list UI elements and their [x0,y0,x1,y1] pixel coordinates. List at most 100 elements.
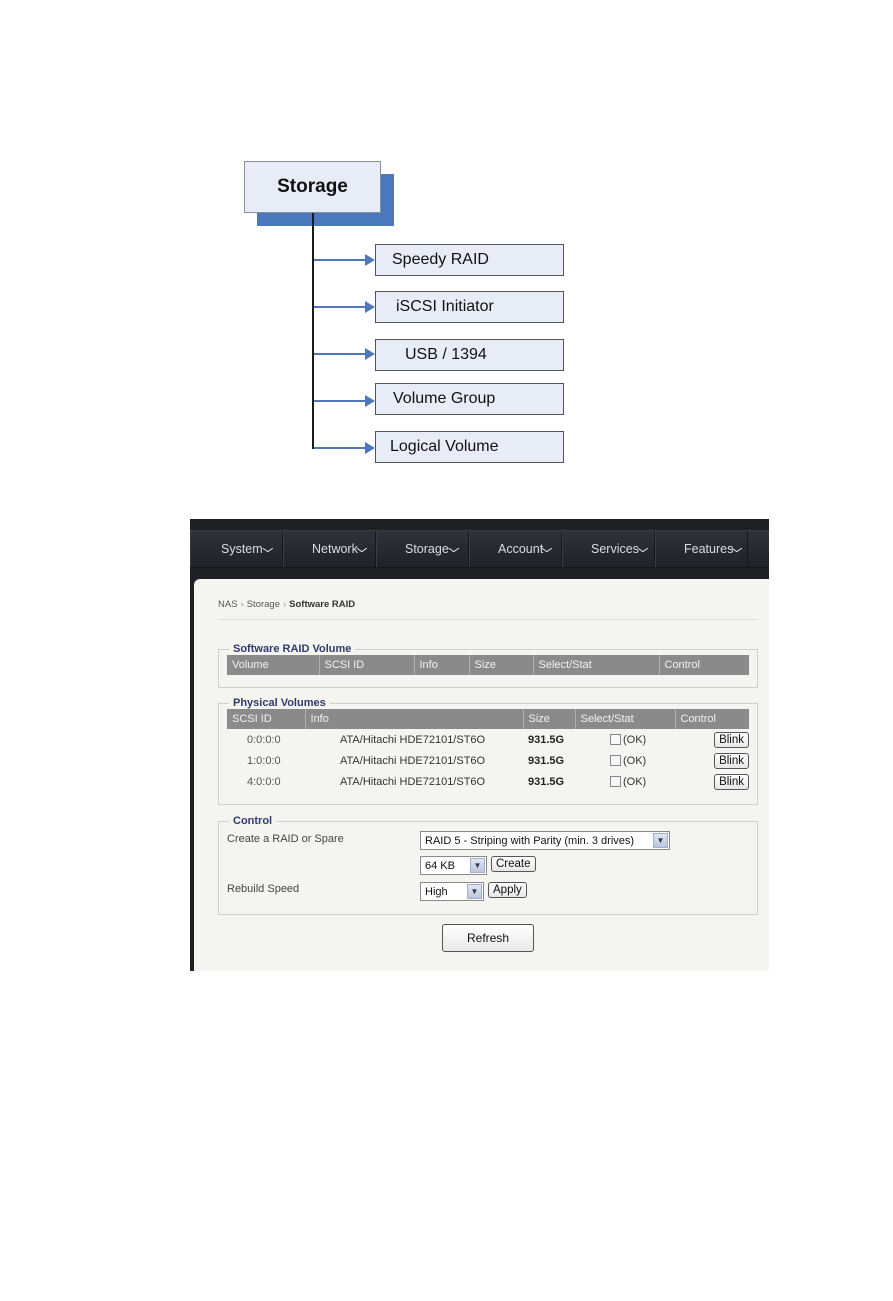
chevron-down-icon: ⌵ [262,543,274,555]
nav-account[interactable]: Account ⌵ [469,531,562,567]
section-title: Software RAID Volume [233,643,352,655]
col-scsi-id: SCSI ID [319,655,415,675]
create-raid-label: Create a RAID or Spare [227,833,344,845]
stripe-size-select[interactable]: 64 KB ▼ [420,856,487,875]
col-control: Control [675,709,749,729]
diagram-child-iscsi-initiator: iSCSI Initiator [375,291,564,323]
col-size: Size [469,655,534,675]
control-cell: Blink [675,750,749,771]
blink-button[interactable]: Blink [714,752,749,769]
disk-info: ATA/Hitachi HDE72101/ST6O [340,733,486,746]
chevron-down-icon: ⌵ [637,543,649,555]
blink-button[interactable]: Blink [714,773,749,790]
disk-size: 931.5G [528,754,565,767]
select-checkbox[interactable] [610,734,621,746]
divider [218,619,758,620]
table-row: 4:0:0:0 ATA/Hitachi HDE72101/ST6O 931.5G… [227,771,749,792]
breadcrumb-storage[interactable]: Storage [247,599,280,610]
disk-size: 931.5G [528,733,565,746]
diagram-arrow [314,254,375,266]
control-cell: Blink [675,771,749,792]
chevron-down-icon: ▼ [653,833,668,848]
col-select-stat: Select/Stat [533,655,660,675]
scsi-id: 4:0:0:0 [247,775,281,788]
breadcrumb-current: Software RAID [289,599,356,610]
chevron-down-icon: ⌵ [356,543,367,555]
chevron-down-icon: ⌵ [731,543,743,555]
table-row: 0:0:0:0 ATA/Hitachi HDE72101/ST6O 931.5G… [227,729,749,750]
nav-label: Storage [405,542,449,556]
nav-label: Account [498,542,544,556]
main-content: NAS › Storage › Software RAID Software RAID … [194,579,769,971]
software-raid-table: Volume SCSI ID Info Size Select/Stat Con… [227,655,749,675]
control-section: Control [218,815,758,915]
physical-volumes-section: Physical Volumes SCSI ID Info Size Selec… [218,697,758,805]
breadcrumb-nas[interactable]: NAS [218,599,238,610]
chevron-down-icon: ⌵ [541,543,553,555]
top-navbar: System ⌵ Network ⌵ Storage ⌵ Account ⌵ Servi… [190,530,769,568]
nav-storage[interactable]: Storage ⌵ [376,531,469,567]
physical-volumes-table: SCSI ID Info Size Select/Stat Control 0:… [227,709,749,792]
table-header-row: SCSI ID Info Size Select/Stat Control [227,709,749,729]
col-info: Info [305,709,524,729]
diagram-arrow [314,395,375,407]
nas-software-raid-screenshot: System ⌵ Network ⌵ Storage ⌵ Account ⌵ Servi… [190,519,769,971]
rebuild-speed-label: Rebuild Speed [227,883,300,895]
table-header-row: Volume SCSI ID Info Size Select/Stat Con… [227,655,749,675]
breadcrumb-separator: › [240,599,244,610]
diagram-child-logical-volume: Logical Volume [375,431,564,463]
nav-label: Features [684,542,734,556]
breadcrumb: NAS › Storage › Software RAID [218,599,355,610]
disk-info: ATA/Hitachi HDE72101/ST6O [340,775,486,788]
select-stat: (OK) [575,729,675,750]
select-stat: (OK) [575,750,675,771]
diagram-arrow [314,442,375,454]
diagram-arrow [314,301,375,313]
disk-info: ATA/Hitachi HDE72101/ST6O [340,754,486,767]
col-control: Control [659,655,749,675]
diagram-trunk-line [312,213,314,449]
raid-type-select[interactable]: RAID 5 - Striping with Parity (min. 3 dr… [420,831,670,850]
control-cell: Blink [675,729,749,750]
nav-label: Services [591,542,639,556]
select-stat: (OK) [575,771,675,792]
disk-status: (OK) [623,733,647,746]
chevron-down-icon: ⌵ [448,543,460,555]
breadcrumb-separator: › [283,599,287,610]
nav-network[interactable]: Network ⌵ [283,531,376,567]
blink-button[interactable]: Blink [714,731,749,748]
raid-type-value: RAID 5 - Striping with Parity (min. 3 dr… [425,834,635,847]
col-size: Size [523,709,576,729]
diagram-child-usb-1394: USB / 1394 [375,339,564,371]
disk-status: (OK) [623,775,647,788]
col-select-stat: Select/Stat [575,709,676,729]
storage-menu-diagram: Storage Speedy RAID iSCSI Initiator USB … [0,0,893,500]
scsi-id: 0:0:0:0 [247,733,281,746]
scsi-id: 1:0:0:0 [247,754,281,767]
col-volume: Volume [227,655,320,675]
refresh-button[interactable]: Refresh [442,924,534,952]
chevron-down-icon: ▼ [470,858,485,873]
rebuild-speed-value: High [425,885,448,898]
disk-size: 931.5G [528,775,565,788]
diagram-child-volume-group: Volume Group [375,383,564,415]
select-checkbox[interactable] [610,755,621,767]
stripe-size-value: 64 KB [425,859,455,872]
section-title: Physical Volumes [233,697,326,709]
nav-services[interactable]: Services ⌵ [562,531,655,567]
select-checkbox[interactable] [610,776,621,788]
col-scsi-id: SCSI ID [227,709,306,729]
section-title: Control [233,815,273,827]
nav-features[interactable]: Features ⌵ [655,531,748,567]
software-raid-volume-section: Software RAID Volume Volume SCSI ID Info… [218,643,758,688]
create-button[interactable]: Create [491,856,536,872]
apply-button[interactable]: Apply [488,882,527,898]
diagram-arrow [314,348,375,360]
diagram-child-speedy-raid: Speedy RAID [375,244,564,276]
diagram-root-storage: Storage [244,161,381,213]
table-row: 1:0:0:0 ATA/Hitachi HDE72101/ST6O 931.5G… [227,750,749,771]
rebuild-speed-select[interactable]: High ▼ [420,882,484,901]
nav-label: System [221,542,263,556]
col-info: Info [414,655,470,675]
nav-system[interactable]: System ⌵ [190,531,283,567]
